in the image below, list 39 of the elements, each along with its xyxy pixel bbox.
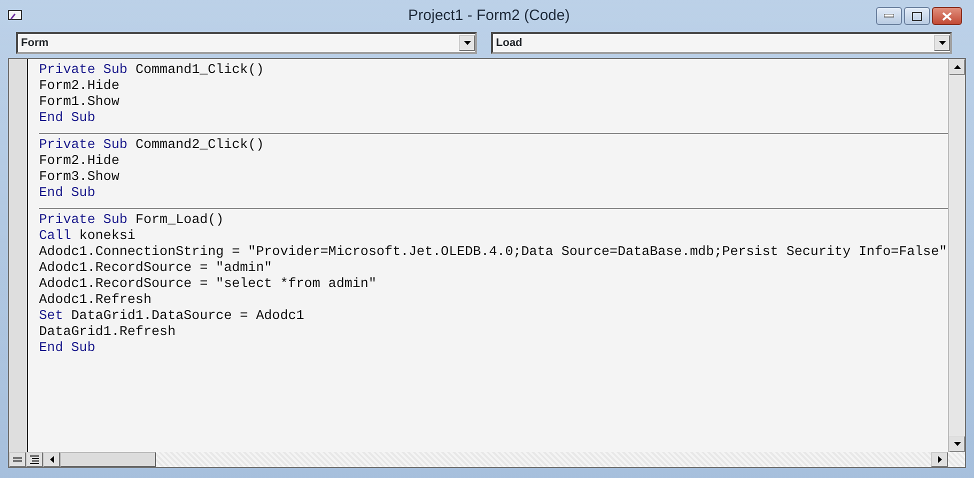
code-line: Set DataGrid1.DataSource = Adodc1 [39, 309, 304, 324]
code-line: End Sub [39, 111, 96, 126]
code-line: Adodc1.RecordSource = "admin" [39, 261, 272, 276]
code-line: Form1.Show [39, 95, 120, 110]
code-line: Private Sub Form_Load() [39, 213, 224, 228]
code-line: Private Sub Command2_Click() [39, 138, 264, 153]
code-line: Private Sub Command1_Click() [39, 63, 264, 78]
code-line: Form2.Hide [39, 79, 120, 94]
code-line: Form3.Show [39, 170, 120, 185]
scrollbar-thumb[interactable] [60, 452, 156, 467]
procedure-view-icon [13, 456, 22, 462]
code-line: Call koneksi [39, 229, 136, 244]
minimize-button[interactable] [876, 7, 902, 25]
maximize-button[interactable] [904, 7, 930, 25]
code-line: Adodc1.RecordSource = "select *from admin" [39, 277, 376, 292]
window-title: Project1 - Form2 (Code) [407, 6, 571, 26]
vertical-scrollbar[interactable] [948, 59, 965, 452]
scroll-left-icon[interactable] [50, 456, 54, 463]
full-module-view-icon [30, 455, 39, 464]
code-line: Adodc1.Refresh [39, 293, 152, 308]
scroll-right-icon[interactable] [938, 456, 942, 463]
procedure-view-button[interactable] [9, 452, 26, 467]
dropdown-arrow-icon[interactable] [464, 41, 470, 45]
close-icon [942, 12, 952, 20]
close-button[interactable] [932, 7, 962, 25]
object-dropdown[interactable]: Form [16, 32, 477, 54]
scroll-up-icon[interactable] [954, 65, 960, 69]
maximize-icon [912, 12, 922, 20]
full-module-view-button[interactable] [26, 452, 43, 467]
dropdown-arrow-icon[interactable] [938, 41, 946, 45]
code-line: DataGrid1.Refresh [39, 325, 176, 340]
code-line: Form2.Hide [39, 154, 120, 169]
code-line: Adodc1.ConnectionString = "Provider=Microsoft.Jet.OLEDB.4.0;Data Source=DataBase.mdb;Persist Security Info=False" [39, 245, 948, 260]
code-line: End Sub [39, 341, 96, 356]
minimize-icon [884, 14, 894, 18]
procedure-dropdown[interactable]: Load [491, 32, 952, 54]
scroll-down-icon[interactable] [954, 442, 960, 446]
code-line: End Sub [39, 186, 96, 201]
code-window-icon [8, 10, 22, 22]
